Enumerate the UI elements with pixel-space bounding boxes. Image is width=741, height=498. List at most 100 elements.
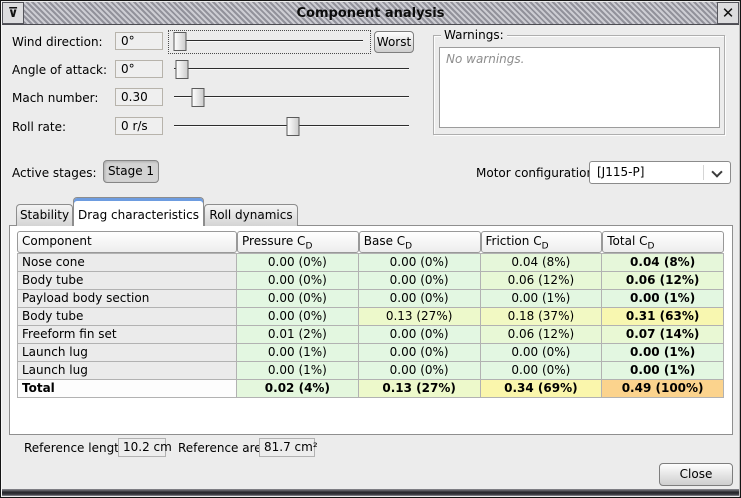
slider-thumb[interactable] <box>191 88 204 107</box>
slider-thumb[interactable] <box>286 117 299 136</box>
table-header-row: ComponentPressure CDBase CDFriction CDTo… <box>17 231 724 253</box>
value-cell: 0.13 (27%) <box>359 380 481 398</box>
value-cell: 0.06 (12%) <box>481 272 603 290</box>
value-cell: 0.07 (14%) <box>602 326 724 344</box>
roll-rate-field[interactable]: 0 r/s <box>115 117 163 135</box>
value-cell: 0.49 (100%) <box>602 380 724 398</box>
value-cell: 0.00 (1%) <box>602 290 724 308</box>
value-cell: 0.00 (0%) <box>237 272 359 290</box>
component-cell: Launch lug <box>17 362 237 380</box>
angle-of-attack-label: Angle of attack: <box>12 63 107 77</box>
value-cell: 0.00 (0%) <box>359 272 481 290</box>
value-cell: 0.00 (0%) <box>359 254 481 272</box>
reference-length-label: Reference length: <box>24 441 131 455</box>
mach-number-slider[interactable] <box>174 88 409 107</box>
value-cell: 0.02 (4%) <box>237 380 359 398</box>
title-bar[interactable]: ⊽ Component analysis ✕ <box>2 2 739 25</box>
window-close-button[interactable]: ✕ <box>717 2 739 24</box>
component-cell: Payload body section <box>17 290 237 308</box>
worst-button[interactable]: Worst <box>374 31 414 53</box>
wind-direction-field[interactable]: 0° <box>115 32 163 50</box>
tab-drag-characteristics[interactable]: Drag characteristics <box>73 197 204 226</box>
wind-direction-label: Wind direction: <box>12 35 103 49</box>
reference-length-value: 10.2 cm <box>118 438 166 457</box>
window-menu-button[interactable]: ⊽ <box>2 2 24 24</box>
table-body: Nose cone0.00 (0%)0.00 (0%)0.04 (8%)0.04… <box>17 253 724 398</box>
value-cell: 0.06 (12%) <box>481 326 603 344</box>
window-title: Component analysis <box>2 6 739 21</box>
table-row[interactable]: Launch lug0.00 (1%)0.00 (0%)0.00 (0%)0.0… <box>17 362 724 380</box>
component-cell: Total <box>17 380 237 398</box>
column-header-total-c[interactable]: Total CD <box>602 231 724 253</box>
column-header-friction-c[interactable]: Friction CD <box>481 231 603 253</box>
component-cell: Freeform fin set <box>17 326 237 344</box>
warnings-list[interactable]: No warnings. <box>439 47 720 128</box>
table-row[interactable]: Nose cone0.00 (0%)0.00 (0%)0.04 (8%)0.04… <box>17 254 724 272</box>
value-cell: 0.31 (63%) <box>602 308 724 326</box>
wind-direction-slider[interactable] <box>174 32 363 51</box>
value-cell: 0.00 (1%) <box>602 344 724 362</box>
table-row[interactable]: Body tube0.00 (0%)0.00 (0%)0.06 (12%)0.0… <box>17 272 724 290</box>
window-menu-icon: ⊽ <box>8 6 19 21</box>
slider-thumb[interactable] <box>174 32 187 51</box>
component-drag-table: ComponentPressure CDBase CDFriction CDTo… <box>17 231 724 398</box>
chevron-down-icon <box>711 166 722 177</box>
roll-rate-label: Roll rate: <box>12 120 66 134</box>
angle-of-attack-field[interactable]: 0° <box>115 60 163 78</box>
component-cell: Launch lug <box>17 344 237 362</box>
tab-roll-dynamics[interactable]: Roll dynamics <box>204 204 298 226</box>
value-cell: 0.00 (0%) <box>359 326 481 344</box>
value-cell: 0.04 (8%) <box>602 254 724 272</box>
value-cell: 0.34 (69%) <box>481 380 603 398</box>
column-header-pressure-c[interactable]: Pressure CD <box>237 231 359 253</box>
value-cell: 0.00 (0%) <box>237 290 359 308</box>
component-cell: Body tube <box>17 308 237 326</box>
table-row[interactable]: Payload body section0.00 (0%)0.00 (0%)0.… <box>17 290 724 308</box>
component-analysis-dialog: ⊽ Component analysis ✕ Wind direction: 0… <box>0 0 741 498</box>
value-cell: 0.00 (1%) <box>602 362 724 380</box>
component-cell: Body tube <box>17 272 237 290</box>
table-row[interactable]: Body tube0.00 (0%)0.13 (27%)0.18 (37%)0.… <box>17 308 724 326</box>
combo-separator <box>703 165 704 180</box>
value-cell: 0.01 (2%) <box>237 326 359 344</box>
motor-configuration-select[interactable]: [J115-P] <box>589 161 731 184</box>
window-bottom-frame <box>2 489 739 496</box>
value-cell: 0.00 (0%) <box>237 254 359 272</box>
motor-configuration-label: Motor configuration: <box>476 166 598 180</box>
table-row[interactable]: Launch lug0.00 (1%)0.00 (0%)0.00 (0%)0.0… <box>17 344 724 362</box>
value-cell: 0.00 (1%) <box>237 344 359 362</box>
value-cell: 0.13 (27%) <box>359 308 481 326</box>
close-icon: ✕ <box>722 4 735 22</box>
component-cell: Nose cone <box>17 254 237 272</box>
column-header-base-c[interactable]: Base CD <box>359 231 481 253</box>
value-cell: 0.00 (0%) <box>481 362 603 380</box>
value-cell: 0.00 (1%) <box>481 290 603 308</box>
table-row[interactable]: Total0.02 (4%)0.13 (27%)0.34 (69%)0.49 (… <box>17 380 724 398</box>
reference-area-value: 81.7 cm² <box>259 438 315 457</box>
value-cell: 0.04 (8%) <box>481 254 603 272</box>
slider-track[interactable] <box>174 68 409 70</box>
close-button[interactable]: Close <box>659 463 733 486</box>
slider-track[interactable] <box>174 96 409 98</box>
value-cell: 0.00 (0%) <box>359 344 481 362</box>
warnings-title: Warnings: <box>441 28 507 42</box>
mach-number-label: Mach number: <box>12 91 98 105</box>
active-stages-label: Active stages: <box>12 166 97 180</box>
value-cell: 0.06 (12%) <box>602 272 724 290</box>
value-cell: 0.00 (0%) <box>481 344 603 362</box>
roll-rate-slider[interactable] <box>174 117 409 136</box>
value-cell: 0.00 (0%) <box>237 308 359 326</box>
slider-thumb[interactable] <box>175 60 188 79</box>
tab-stability[interactable]: Stability <box>16 204 73 226</box>
motor-configuration-value: [J115-P] <box>597 165 644 179</box>
value-cell: 0.00 (0%) <box>359 290 481 308</box>
table-row[interactable]: Freeform fin set0.01 (2%)0.00 (0%)0.06 (… <box>17 326 724 344</box>
mach-number-field[interactable]: 0.30 <box>115 88 163 106</box>
value-cell: 0.00 (0%) <box>359 362 481 380</box>
angle-of-attack-slider[interactable] <box>174 60 409 79</box>
slider-track[interactable] <box>174 40 363 42</box>
column-header-component[interactable]: Component <box>17 231 237 253</box>
value-cell: 0.00 (1%) <box>237 362 359 380</box>
value-cell: 0.18 (37%) <box>481 308 603 326</box>
stage-1-toggle-button[interactable]: Stage 1 <box>103 160 159 183</box>
